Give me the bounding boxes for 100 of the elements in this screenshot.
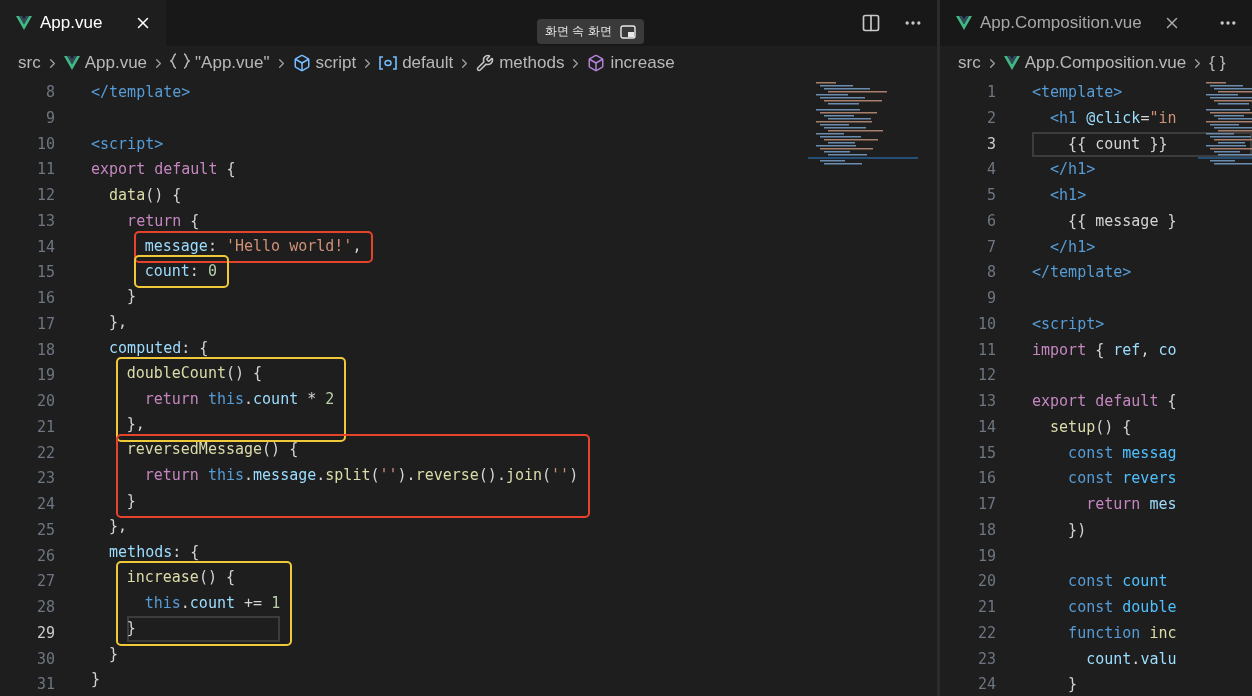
code-line: methods: { [108,541,201,563]
code-line: const revers [1067,468,1178,490]
breadcrumb-item[interactable]: { } [1209,53,1226,73]
line-number: 11 [35,159,55,181]
line-number: 23 [976,648,996,670]
line-number: 17 [976,494,996,515]
code-line: export default { [1032,391,1178,412]
code-line: <h1> [1049,185,1088,206]
line-number: 18 [976,519,996,541]
code-line: } [126,490,137,512]
tooltip: 화면 속 화면 [537,19,644,44]
line-number: 28 [35,597,55,618]
split-editor-icon[interactable] [861,13,881,33]
line-number: 16 [976,468,996,490]
breadcrumb-item[interactable]: App.Composition.vue [1003,53,1187,73]
line-number: 29 [35,622,55,644]
line-number: 15 [35,262,55,284]
line-number: 12 [976,365,996,387]
code-line: increase() { [126,566,236,588]
line-number: 13 [976,391,996,412]
line-number: 22 [976,622,996,644]
line-number: 24 [976,674,996,696]
code-line: } [126,616,281,642]
code-line: } [126,286,138,307]
code-line: function inc [1067,622,1178,644]
line-number: 11 [976,339,996,361]
code-line: count.valu [1085,648,1178,670]
breadcrumb-item[interactable]: App.vue [63,53,148,73]
line-number: 24 [35,494,55,515]
code-line: reversedMessage() { [126,439,300,460]
code-line: </template> [1032,262,1133,284]
code-line: <h1 @click="in [1049,107,1178,129]
code-line: } [91,669,102,691]
code-line: <script> [1032,313,1106,335]
code-line: {{ message } [1067,210,1178,232]
line-number: 3 [985,133,996,155]
code-line: } [1067,674,1079,696]
line-number: 10 [35,133,55,155]
cube-icon [587,54,606,72]
line-number: 15 [976,442,996,464]
line-number: 7 [985,236,996,258]
line-number: 25 [35,519,55,541]
bracket-icon [379,56,398,70]
vue-logo-icon [1003,56,1020,70]
line-number: 17 [35,313,55,335]
line-number: 16 [35,288,55,309]
line-number: 9 [985,288,996,309]
code-line: </h1> [1049,236,1097,258]
code-line: computed: { [108,337,210,359]
breadcrumb-item[interactable]: default [379,53,454,73]
line-number: 27 [35,571,55,593]
line-number: 4 [985,159,996,181]
code-line: return this.count * 2 [143,388,335,410]
code-line: <script> [91,133,165,155]
picture-in-picture-icon [619,24,636,39]
editor-tab[interactable]: App.vue [0,0,166,46]
code-line: }, [108,311,129,333]
code-line: <template> [1032,82,1124,103]
code-line: }, [126,414,146,436]
line-number: 5 [985,185,996,206]
line-number: 21 [976,597,996,618]
code-line: }, [108,515,129,537]
vue-logo-icon [956,16,972,30]
line-number: 6 [985,210,996,232]
line-number: 19 [976,545,996,567]
line-number: 10 [976,313,996,335]
line-number: 2 [985,107,996,129]
breadcrumb-item[interactable]: increase [587,53,675,73]
code-line: }) [1067,519,1088,541]
code-line: return mes [1085,494,1178,515]
code-line: return this.message.split('').reverse().join('') [143,464,579,486]
line-number: 14 [976,416,996,438]
code-line: } [108,643,120,665]
vue-logo-icon [63,56,80,70]
line-number: 20 [976,571,996,593]
code-line: return { [126,210,201,232]
breadcrumb-item[interactable]: "App.vue" [170,52,270,74]
line-number: 18 [35,339,55,361]
line-number: 31 [35,674,55,696]
code-line: </h1> [1049,159,1097,181]
line-number: 12 [35,185,55,206]
line-number: 30 [35,648,55,670]
line-number: 22 [35,442,55,464]
line-number: 8 [985,262,996,284]
code-line: this.count += 1 [143,592,281,614]
breadcrumb-item[interactable]: src [958,53,981,73]
code-line: </template> [91,82,192,103]
breadcrumb-item[interactable]: src [18,53,41,73]
line-number: 8 [44,82,55,103]
code-line: import { ref, co [1032,339,1178,361]
code-line: const double [1067,597,1178,618]
line-number: 9 [44,107,55,129]
line-number: 14 [35,236,55,258]
breadcrumb-item[interactable]: script [292,53,357,73]
breadcrumb-item[interactable]: methods [476,53,565,73]
vue-logo-icon [16,16,32,30]
code-line: doubleCount() { [126,362,264,384]
code-line: const count [1067,571,1169,593]
code-line: count: 0 [144,260,217,282]
line-number: 23 [35,468,55,490]
